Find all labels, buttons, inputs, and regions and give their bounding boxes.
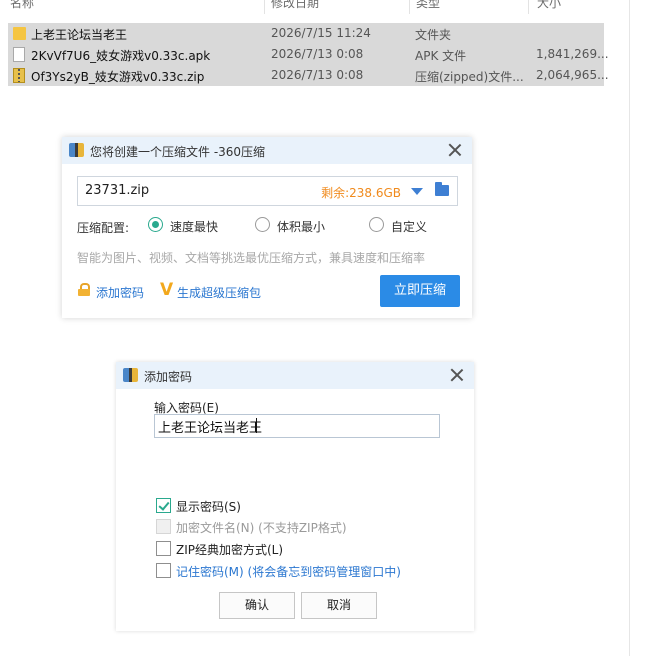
archive-filename[interactable]: 23731.zip bbox=[85, 183, 149, 198]
close-icon[interactable] bbox=[446, 141, 464, 159]
dialog-title: 您将创建一个压缩文件 -360压缩 bbox=[90, 145, 266, 159]
radio-label[interactable]: 体积最小 bbox=[277, 218, 325, 235]
file-name: 上老王论坛当老王 bbox=[31, 28, 128, 42]
checkbox-label: 加密文件名(N) (不支持ZIP格式) bbox=[176, 521, 347, 535]
file-size: 2,064,965... bbox=[536, 68, 609, 82]
lock-icon[interactable] bbox=[78, 283, 90, 296]
dialog-title: 添加密码 bbox=[144, 370, 193, 384]
disk-space-remaining: 剩余:238.6GB bbox=[321, 186, 401, 200]
compress-dialog: 您将创建一个压缩文件 -360压缩 23731.zip 剩余:238.6GB 压… bbox=[62, 137, 472, 318]
column-size[interactable]: 大小 bbox=[537, 0, 561, 11]
checkbox-label[interactable]: 记住密码(M) (将会备忘到密码管理窗口中) bbox=[176, 563, 401, 580]
column-date[interactable]: 修改日期 bbox=[271, 0, 319, 11]
radio-circle[interactable] bbox=[148, 217, 163, 232]
file-row[interactable]: 2KvVf7U6_妓女游戏v0.33c.apk 2026/7/13 0:08 A… bbox=[8, 44, 609, 65]
checkbox-box[interactable] bbox=[156, 541, 171, 556]
file-type: 文件夹 bbox=[415, 28, 452, 42]
close-icon[interactable] bbox=[448, 366, 466, 384]
file-name: Of3Ys2yB_妓女游戏v0.33c.zip bbox=[31, 70, 205, 84]
archive-app-icon bbox=[123, 368, 138, 382]
file-date: 2026/7/13 0:08 bbox=[271, 47, 364, 61]
cancel-button[interactable]: 取消 bbox=[301, 592, 377, 619]
checkbox-label[interactable]: 显示密码(S) bbox=[176, 498, 241, 515]
column-name[interactable]: 名称 bbox=[10, 0, 34, 11]
radio-label[interactable]: 速度最快 bbox=[170, 218, 218, 235]
archive-app-icon bbox=[69, 143, 84, 157]
radio-circle[interactable] bbox=[255, 217, 270, 232]
file-list: 上老王论坛当老王 2026/7/15 11:24 文件夹 2KvVf7U6_妓女… bbox=[8, 23, 609, 86]
checkbox-box[interactable] bbox=[156, 498, 171, 513]
column-divider[interactable] bbox=[528, 0, 529, 14]
add-password-dialog: 添加密码 输入密码(E) 上老王论坛当老王 显示密码(S) 加密文件名(N) (… bbox=[116, 362, 474, 631]
column-divider[interactable] bbox=[409, 0, 410, 14]
super-zip-link[interactable]: 生成超级压缩包 bbox=[177, 284, 261, 301]
password-input[interactable]: 上老王论坛当老王 bbox=[154, 414, 440, 438]
radio-circle[interactable] bbox=[369, 217, 384, 232]
radio-label[interactable]: 自定义 bbox=[391, 218, 427, 235]
column-divider[interactable] bbox=[264, 0, 265, 14]
chevron-down-icon[interactable] bbox=[411, 188, 423, 195]
text-cursor bbox=[256, 418, 257, 433]
ok-button[interactable]: 确认 bbox=[219, 592, 295, 619]
folder-icon bbox=[13, 27, 26, 40]
pane-divider bbox=[629, 0, 630, 656]
compression-hint: 智能为图片、视频、文档等挑选最优压缩方式，兼具速度和压缩率 bbox=[77, 251, 426, 265]
compress-now-button[interactable]: 立即压缩 bbox=[380, 275, 460, 307]
file-size: 1,841,269... bbox=[536, 47, 609, 61]
column-type[interactable]: 类型 bbox=[416, 0, 440, 11]
folder-browse-icon[interactable] bbox=[435, 182, 449, 196]
file-type: 压缩(zipped)文件... bbox=[415, 70, 524, 84]
super-zip-v-icon[interactable]: V bbox=[160, 280, 173, 300]
file-date: 2026/7/13 0:08 bbox=[271, 68, 364, 82]
file-list-header: 名称 修改日期 类型 大小 bbox=[0, 0, 630, 14]
zip-file-icon bbox=[13, 68, 25, 83]
file-row[interactable]: Of3Ys2yB_妓女游戏v0.33c.zip 2026/7/13 0:08 压… bbox=[8, 65, 609, 86]
dialog-title-bar[interactable]: 添加密码 bbox=[116, 362, 474, 389]
file-row[interactable]: 上老王论坛当老王 2026/7/15 11:24 文件夹 bbox=[8, 23, 604, 44]
add-password-link[interactable]: 添加密码 bbox=[96, 284, 144, 301]
apk-file-icon bbox=[13, 47, 25, 62]
compression-config-label: 压缩配置: bbox=[77, 221, 130, 235]
checkbox-label[interactable]: ZIP经典加密方式(L) bbox=[176, 541, 283, 558]
file-date: 2026/7/15 11:24 bbox=[271, 26, 371, 40]
file-name: 2KvVf7U6_妓女游戏v0.33c.apk bbox=[31, 49, 211, 63]
checkbox-box bbox=[156, 519, 171, 534]
file-type: APK 文件 bbox=[415, 49, 467, 63]
checkbox-box[interactable] bbox=[156, 563, 171, 578]
password-value[interactable]: 上老王论坛当老王 bbox=[158, 417, 262, 436]
dialog-title-bar[interactable]: 您将创建一个压缩文件 -360压缩 bbox=[62, 137, 472, 164]
archive-filename-field[interactable]: 23731.zip 剩余:238.6GB bbox=[77, 176, 458, 206]
